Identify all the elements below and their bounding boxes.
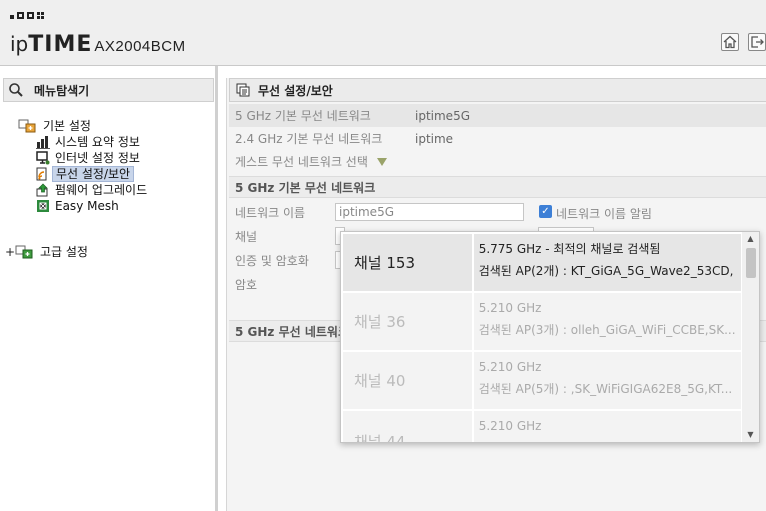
- search-icon: [9, 83, 23, 97]
- brand-dots-icon: [10, 12, 44, 19]
- channel-freq: 5.210 GHz: [478, 360, 542, 374]
- bar-chart-icon: [36, 135, 50, 149]
- channel-option-label: 채널 153: [343, 234, 472, 291]
- broadcast-checkbox[interactable]: ✓: [539, 205, 552, 218]
- channel-label: 채널: [235, 229, 258, 244]
- guest-network-select[interactable]: 게스트 무선 네트워크 선택: [229, 150, 766, 173]
- channel-dropdown[interactable]: 채널 153 5.775 GHz - 최적의 채널로 검색됨 검색된 AP(2개…: [340, 231, 760, 443]
- network-name-label: 네트워크 이름: [235, 205, 306, 220]
- channel-freq: 5.210 GHz: [478, 301, 542, 315]
- expand-plus-icon[interactable]: +: [5, 245, 15, 259]
- channel-option-44[interactable]: 채널 44 5.210 GHz: [343, 411, 741, 442]
- tree-easy-mesh[interactable]: Easy Mesh: [36, 198, 122, 214]
- section-title: 5 GHz 무선 네트워크: [235, 324, 350, 339]
- network-value: iptime5G: [415, 108, 470, 123]
- mesh-icon: [36, 199, 50, 213]
- channel-option-info: 5.775 GHz - 최적의 채널로 검색됨 검색된 AP(2개) : KT_…: [473, 234, 741, 291]
- tree-label: Easy Mesh: [55, 199, 119, 213]
- tree-label: 기본 설정: [43, 119, 91, 133]
- wifi-doc-icon: [36, 167, 50, 181]
- menu-explorer-title: 메뉴탐색기: [3, 78, 214, 102]
- menu-explorer: 메뉴탐색기 기본 설정 시스템 요약 정보 인터넷 설정 정보 무선 설정/보안…: [0, 66, 218, 511]
- channel-option-label: 채널 40: [343, 352, 472, 409]
- folder-settings-icon: [15, 245, 35, 259]
- channel-option-153[interactable]: 채널 153 5.775 GHz - 최적의 채널로 검색됨 검색된 AP(2개…: [343, 234, 741, 291]
- channel-ap-list: 검색된 AP(5개) : ,SK_WiFiGIGA62E8_5G,KT...: [478, 382, 733, 396]
- page-title: 무선 설정/보안: [258, 83, 333, 98]
- tree-firmware-upgrade[interactable]: 펌웨어 업그레이드: [36, 182, 150, 198]
- channel-freq: 5.210 GHz: [478, 419, 542, 433]
- section-title: 5 GHz 기본 무선 네트워크: [235, 180, 376, 195]
- tree-advanced-settings[interactable]: + 고급 설정: [5, 244, 91, 260]
- network-row-5g[interactable]: 5 GHz 기본 무선 네트워크 iptime5G: [229, 104, 766, 127]
- app-header: ip TIME AX2004BCM: [0, 0, 766, 66]
- scroll-down-icon[interactable]: ▼: [742, 428, 759, 442]
- brand-logo: ip TIME AX2004BCM: [10, 32, 186, 57]
- brand-time: TIME: [28, 32, 93, 57]
- network-label: 2.4 GHz 기본 무선 네트워크: [235, 132, 383, 146]
- channel-option-36[interactable]: 채널 36 5.210 GHz 검색된 AP(3개) : olleh_GiGA_…: [343, 293, 741, 350]
- section-5g-basic: 5 GHz 기본 무선 네트워크: [229, 176, 766, 198]
- brand-ip: ip: [10, 32, 29, 56]
- monitor-icon: [36, 151, 50, 165]
- channel-freq: 5.775 GHz - 최적의 채널로 검색됨: [478, 242, 661, 256]
- scroll-up-icon[interactable]: ▲: [742, 232, 759, 246]
- tree-label: 인터넷 설정 정보: [55, 151, 140, 165]
- network-value: iptime: [415, 131, 454, 146]
- tree-wireless-security[interactable]: 무선 설정/보안: [36, 166, 135, 182]
- network-name-input[interactable]: iptime5G: [335, 203, 524, 221]
- scroll-thumb[interactable]: [746, 248, 756, 278]
- tree-label: 시스템 요약 정보: [55, 135, 140, 149]
- tree-system-summary[interactable]: 시스템 요약 정보: [36, 134, 143, 150]
- upgrade-icon: [36, 183, 50, 197]
- channel-ap-list: 검색된 AP(3개) : olleh_GiGA_WiFi_CCBE,SK...: [478, 323, 736, 337]
- auth-label: 인증 및 암호화: [235, 253, 309, 268]
- home-icon: [723, 35, 737, 49]
- tree-label: 펌웨어 업그레이드: [55, 183, 148, 197]
- tree-label: 고급 설정: [40, 245, 88, 259]
- network-label: 5 GHz 기본 무선 네트워크: [235, 109, 371, 123]
- dropdown-scrollbar[interactable]: ▲ ▼: [742, 232, 759, 442]
- logout-button[interactable]: [748, 33, 766, 51]
- menu-explorer-label: 메뉴탐색기: [34, 83, 90, 98]
- guest-network-label: 게스트 무선 네트워크 선택: [235, 155, 368, 169]
- network-row-24g[interactable]: 2.4 GHz 기본 무선 네트워크 iptime: [229, 127, 766, 150]
- channel-ap-list: 검색된 AP(2개) : KT_GiGA_5G_Wave2_53CD,: [478, 264, 734, 278]
- home-button[interactable]: [721, 33, 739, 51]
- page-title-bar: 무선 설정/보안: [229, 78, 766, 102]
- tree-basic-settings[interactable]: 기본 설정: [18, 118, 94, 134]
- tree-label: 무선 설정/보안: [52, 166, 135, 182]
- folder-settings-icon: [18, 119, 36, 133]
- triangle-down-icon: [376, 157, 387, 166]
- tree-internet-settings[interactable]: 인터넷 설정 정보: [36, 150, 143, 166]
- channel-option-info: 5.210 GHz 검색된 AP(3개) : olleh_GiGA_WiFi_C…: [473, 293, 741, 350]
- password-label: 암호: [235, 277, 258, 292]
- channel-option-label: 채널 36: [343, 293, 472, 350]
- window-icon: [236, 83, 250, 97]
- channel-option-40[interactable]: 채널 40 5.210 GHz 검색된 AP(5개) : ,SK_WiFiGIG…: [343, 352, 741, 409]
- channel-option-info: 5.210 GHz: [473, 411, 741, 442]
- logout-icon: [751, 36, 764, 48]
- broadcast-label: 네트워크 이름 알림: [556, 207, 652, 221]
- channel-option-label: 채널 44: [343, 411, 472, 442]
- model-name: AX2004BCM: [94, 38, 186, 55]
- channel-option-info: 5.210 GHz 검색된 AP(5개) : ,SK_WiFiGIGA62E8_…: [473, 352, 741, 409]
